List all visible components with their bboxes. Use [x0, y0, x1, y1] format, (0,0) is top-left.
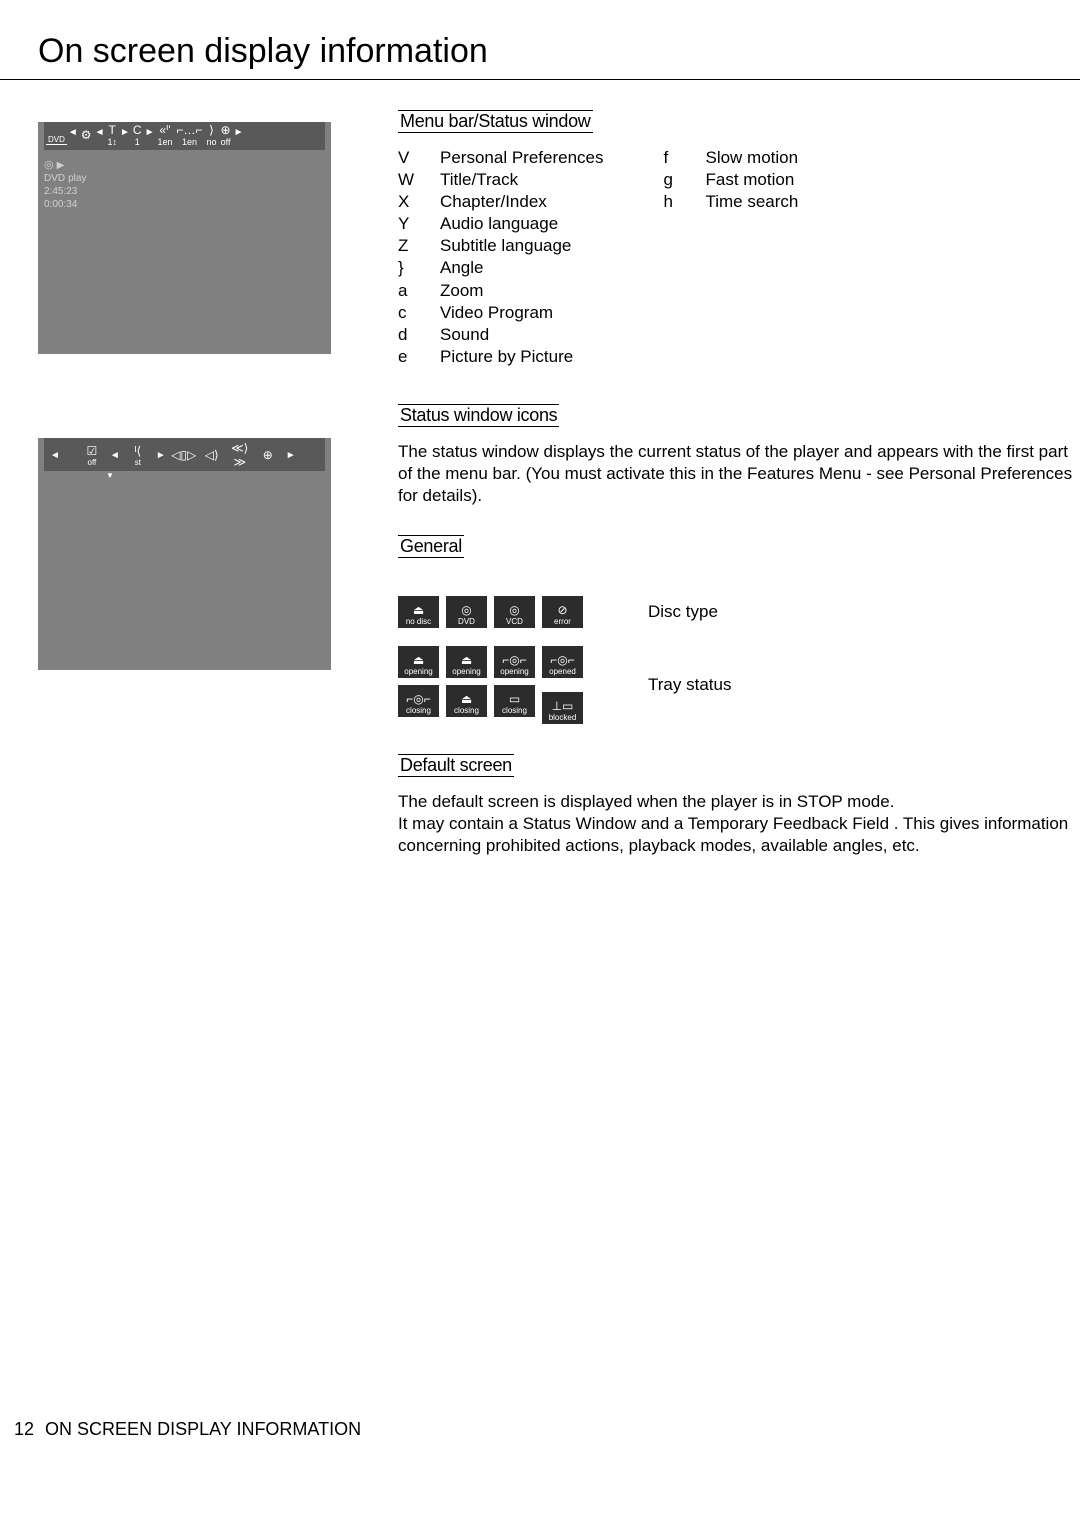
tile-closing: ⏏closing	[446, 685, 487, 717]
osd1-cell-chapter: C1	[131, 124, 144, 148]
osd1-cell-audio: «ᑊ'1en	[155, 124, 174, 148]
arrow-left-icon: ◄	[46, 450, 64, 461]
osd1-cell-angle: ⟩no	[205, 124, 219, 148]
disc-icon: ◎	[461, 604, 471, 616]
tile-no-disc: ⏏no disc	[398, 596, 439, 628]
osd2-cell-check: ☑off	[78, 444, 106, 467]
right-column: Menu bar/Status window VPersonal Prefere…	[398, 110, 1080, 886]
legend-col-2: fSlow motion gFast motion hTime search	[663, 147, 798, 368]
tray-icon: ▭	[509, 693, 520, 705]
arrow-icon: ►	[119, 127, 131, 138]
osd2-cell-slow: ◁⟩	[198, 448, 226, 462]
tile-error: ⊘error	[542, 596, 583, 628]
osd1-menu-bar: DVD ◄ ⚙ ◄ T1↕ ► C1 ► «ᑊ'1en ⌐…⌐1en ⟩no ⊕…	[44, 122, 325, 150]
disc-type-label: Disc type	[648, 602, 718, 622]
status-play-label: play	[68, 172, 86, 185]
osd1-cell-zoom: ⊕off	[219, 124, 233, 148]
tray-icon: ⏏	[461, 654, 472, 666]
tray-disc-icon: ⌐◎⌐	[502, 654, 527, 666]
tray-icon: ⏏	[461, 693, 472, 705]
osd2-cell-pbp: ◁▯▷	[170, 448, 198, 462]
heading-general: General	[398, 535, 464, 558]
tile-dvd: ◎DVD	[446, 596, 487, 628]
osd1-cell-prefs: ⚙	[79, 129, 94, 143]
tile-closing: ⌐◎⌐closing	[398, 685, 439, 717]
footer-label: ON SCREEN DISPLAY INFORMATION	[45, 1419, 361, 1439]
tray-blocked-icon: ⊥▭	[552, 700, 574, 712]
arrow-down-icon: ▼	[106, 471, 331, 480]
osd-screenshot-2: ◄ ☑off ◄ ᴵ⟨st ► ◁▯▷ ◁⟩ ≪⟩≫ ⊕ ► ▼	[38, 438, 331, 670]
left-column: DVD ◄ ⚙ ◄ T1↕ ► C1 ► «ᑊ'1en ⌐…⌐1en ⟩no ⊕…	[38, 110, 398, 886]
heading-menu-bar: Menu bar/Status window	[398, 110, 593, 133]
osd2-cell-fast: ≪⟩≫	[226, 441, 254, 469]
tile-closing: ▭closing	[494, 685, 535, 717]
page-footer: 12 ON SCREEN DISPLAY INFORMATION	[14, 1419, 361, 1440]
tray-disc-icon: ⌐◎⌐	[406, 693, 431, 705]
legend-col-1: VPersonal Preferences WTitle/Track XChap…	[398, 147, 603, 368]
arrow-icon: ◄	[94, 127, 106, 138]
disc-icon: ◎	[509, 604, 519, 616]
osd2-cell-sound: ᴵ⟨st	[124, 444, 152, 467]
heading-default-screen: Default screen	[398, 754, 514, 777]
tile-opening: ⏏opening	[398, 646, 439, 678]
page-number: 12	[14, 1419, 34, 1439]
tile-opening: ⏏opening	[446, 646, 487, 678]
tile-blocked: ⊥▭blocked	[542, 692, 583, 724]
tray-icon: ⏏	[413, 654, 424, 666]
tray-status-label: Tray status	[648, 675, 731, 695]
page-title: On screen display information	[0, 0, 1080, 80]
tile-opening: ⌐◎⌐opening	[494, 646, 535, 678]
osd2-cell-time: ⊕	[254, 448, 282, 462]
status-total-time: 2:45:23	[44, 185, 331, 198]
arrow-right-icon: ►	[282, 450, 300, 461]
tray-icon: ⏏	[413, 604, 424, 616]
arrow-icon: ►	[144, 127, 156, 138]
osd1-status-box: ◎ ▶ DVD play 2:45:23 0:00:34	[44, 158, 331, 211]
osd1-cell-subtitle: ⌐…⌐1en	[175, 124, 205, 148]
tray-disc-icon: ⌐◎⌐	[550, 654, 575, 666]
status-elapsed-time: 0:00:34	[44, 198, 331, 211]
arrow-left-icon: ◄	[67, 127, 79, 138]
status-icons-paragraph: The status window displays the current s…	[398, 441, 1080, 507]
arrow-icon: ◄	[106, 450, 124, 461]
heading-status-icons: Status window icons	[398, 404, 559, 427]
tray-status-tiles: ⏏opening ⏏opening ⌐◎⌐opening ⌐◎⌐opened ⌐…	[398, 646, 608, 724]
play-icon: ▶	[57, 159, 65, 172]
arrow-right-icon: ►	[233, 127, 245, 138]
tile-vcd: ◎VCD	[494, 596, 535, 628]
dvd-badge: DVD	[46, 133, 67, 145]
arrow-icon: ►	[152, 450, 170, 461]
osd-screenshot-1: DVD ◄ ⚙ ◄ T1↕ ► C1 ► «ᑊ'1en ⌐…⌐1en ⟩no ⊕…	[38, 122, 331, 354]
error-icon: ⊘	[557, 604, 567, 616]
disc-type-tiles: ⏏no disc ◎DVD ◎VCD ⊘error	[398, 596, 608, 628]
tile-opened: ⌐◎⌐opened	[542, 646, 583, 678]
osd1-cell-title: T1↕	[105, 124, 119, 148]
disc-icon: ◎	[44, 158, 54, 172]
osd2-menu-bar: ◄ ☑off ◄ ᴵ⟨st ► ◁▯▷ ◁⟩ ≪⟩≫ ⊕ ►	[44, 438, 325, 471]
default-screen-paragraph: The default screen is displayed when the…	[398, 791, 1080, 857]
status-disc-type: DVD	[44, 172, 65, 185]
